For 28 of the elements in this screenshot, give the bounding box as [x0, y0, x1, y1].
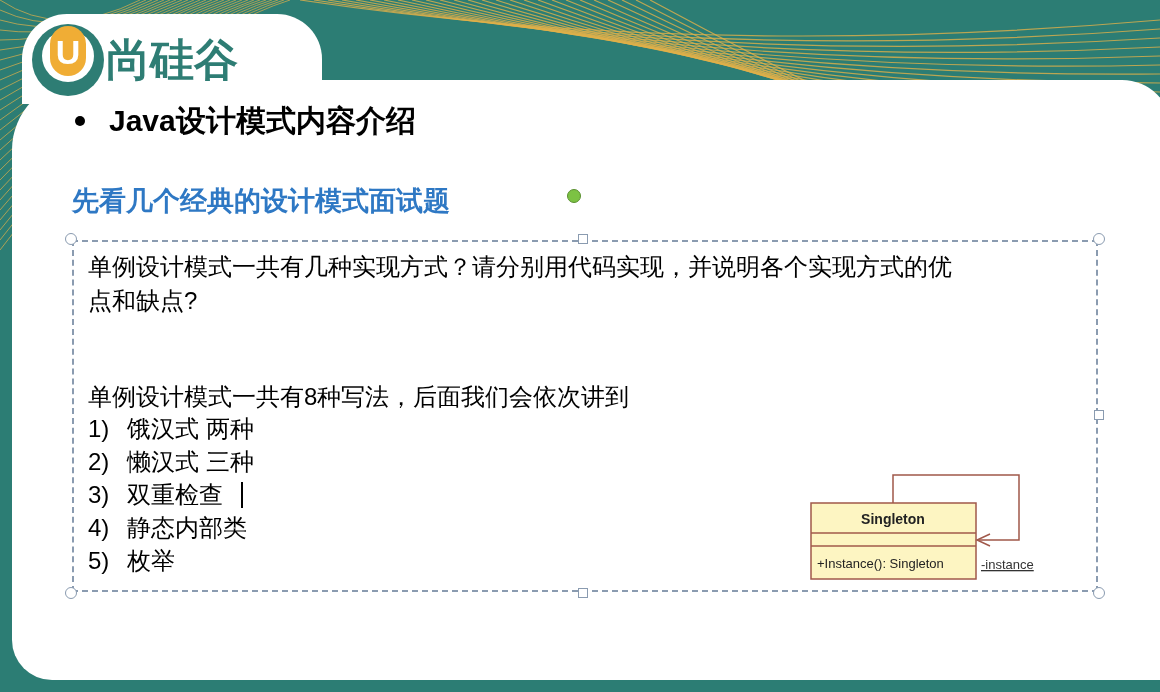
list-item-text: 懒汉式 三种: [127, 447, 254, 477]
list-item-text: 饿汉式 两种: [127, 414, 254, 444]
resize-handle[interactable]: [1093, 586, 1105, 599]
association-label: -instance: [981, 556, 1034, 572]
rotate-handle[interactable]: [567, 189, 581, 203]
resize-handle[interactable]: [1094, 409, 1104, 420]
slide-heading: Java设计模式内容介绍: [109, 103, 416, 139]
uml-method: +Instance(): Singleton: [817, 555, 944, 571]
list-item-text: 静态内部类: [127, 513, 248, 543]
list-number: 4): [88, 513, 110, 543]
resize-handle[interactable]: [578, 587, 588, 598]
list-number: 5): [88, 546, 110, 576]
list-number: 3): [88, 480, 110, 510]
question-text: 单例设计模式一共有几种实现方式？请分别用代码实现，并说明各个实现方式的优点和缺点?: [88, 251, 953, 316]
logo-text: 尚硅谷: [106, 38, 238, 82]
bullet-icon: [75, 115, 85, 126]
logo-badge-icon: U: [30, 22, 106, 98]
list-number: 1): [88, 414, 110, 444]
intro-text: 单例设计模式一共有8种写法，后面我们会依次讲到: [88, 381, 631, 412]
list-number: 2): [88, 447, 110, 477]
uml-class-name: Singleton: [861, 510, 925, 527]
list-item-text: 双重检查: [127, 480, 224, 510]
resize-handle[interactable]: [1093, 232, 1105, 245]
resize-handle[interactable]: [65, 232, 77, 245]
list-item-text: 枚举: [127, 546, 176, 576]
resize-handle[interactable]: [578, 233, 588, 244]
resize-handle[interactable]: [65, 586, 77, 599]
slide-subtitle: 先看几个经典的设计模式面试题: [72, 186, 450, 216]
